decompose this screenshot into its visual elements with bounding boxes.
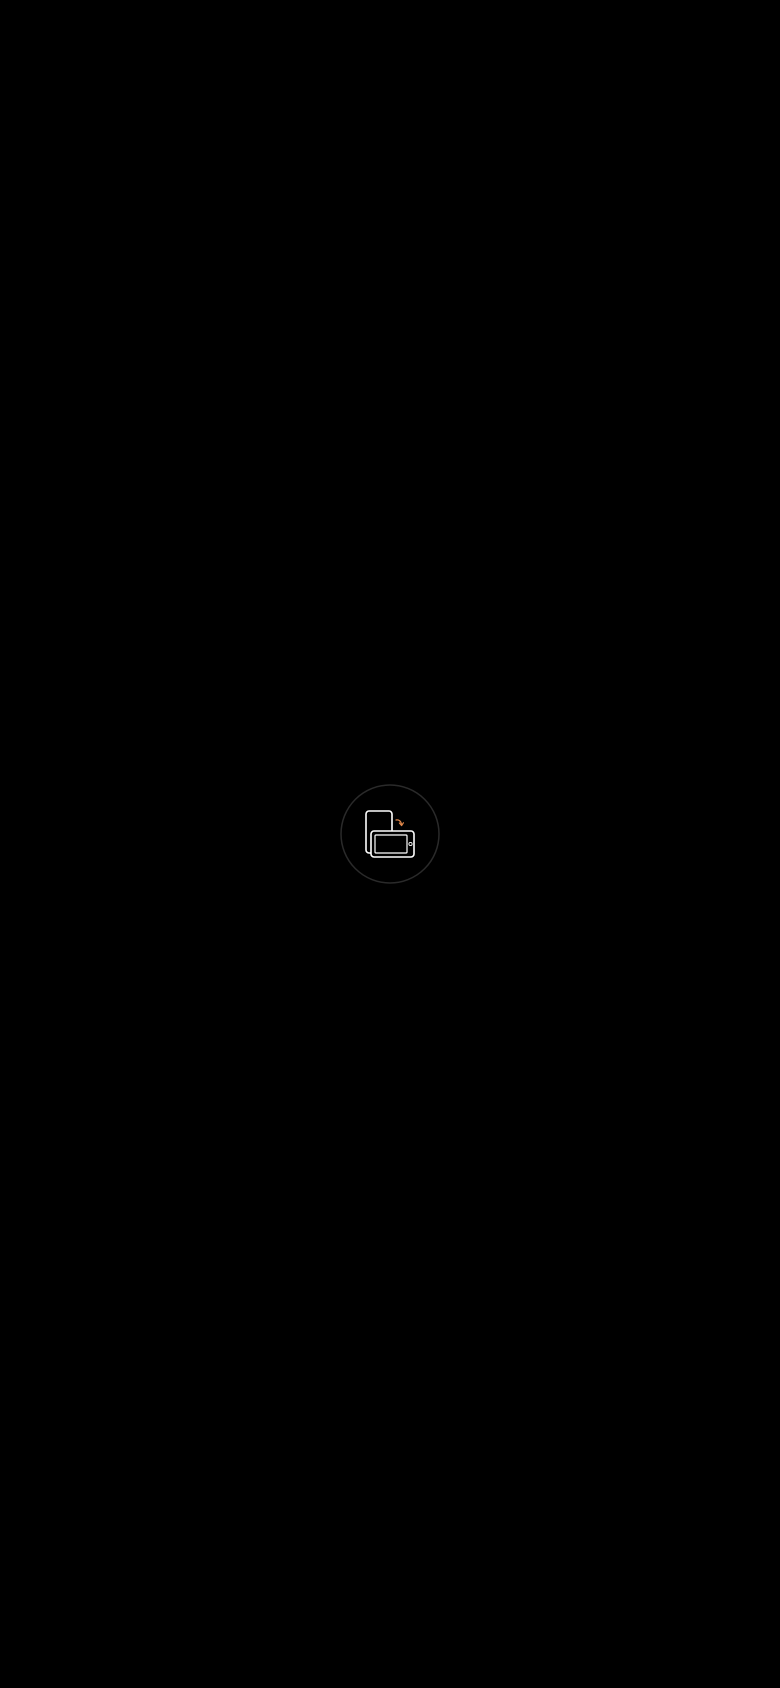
- screen: [0, 0, 780, 1688]
- rotate-device-prompt: [340, 784, 440, 884]
- rotate-device-icon: [340, 784, 440, 884]
